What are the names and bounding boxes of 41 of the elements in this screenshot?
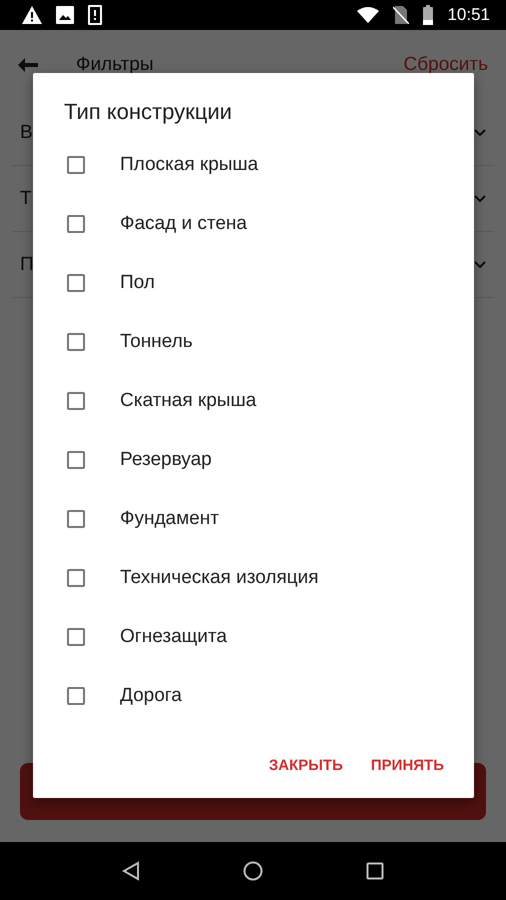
checkbox[interactable] [67, 568, 85, 586]
screen-title: Фильтры [76, 54, 154, 76]
no-sim-icon [393, 6, 410, 24]
checkbox[interactable] [67, 450, 85, 468]
option-label: Скатная крыша [120, 390, 256, 412]
back-arrow-icon[interactable] [18, 58, 38, 72]
option-label: Плоская крыша [120, 154, 258, 176]
chevron-down-icon [474, 260, 486, 268]
checkbox[interactable] [67, 274, 85, 292]
filter-label: П [20, 254, 34, 276]
battery-icon [423, 5, 434, 25]
checkbox[interactable] [67, 628, 85, 646]
chevron-down-icon [474, 194, 486, 202]
back-icon[interactable] [122, 861, 140, 881]
checkbox[interactable] [67, 332, 85, 350]
option-label: Фундамент [120, 508, 219, 530]
option-label: Резервуар [120, 448, 212, 470]
checkbox[interactable] [67, 214, 85, 232]
wifi-icon [357, 7, 380, 23]
option-label: Дорога [120, 684, 182, 706]
recents-icon[interactable] [366, 862, 384, 880]
filter-label: Т [20, 188, 32, 210]
checkbox[interactable] [67, 510, 85, 528]
filter-label: В [20, 122, 33, 144]
checkbox[interactable] [67, 392, 85, 410]
option-label: Техническая изоляция [120, 566, 319, 588]
dialog-title: Тип конструкции [64, 98, 233, 126]
warning-icon [22, 6, 42, 24]
clock-time: 10:51 [447, 5, 490, 25]
phone-alert-icon [88, 5, 102, 25]
option-label: Огнезащита [120, 626, 227, 648]
option-label: Тоннель [120, 330, 193, 352]
dialog-button[interactable]: ПРИНЯТЬ [362, 749, 452, 782]
checkbox[interactable] [67, 156, 85, 174]
option-label: Пол [120, 272, 155, 294]
chevron-down-icon [474, 128, 486, 136]
home-icon[interactable] [242, 861, 263, 881]
checkbox[interactable] [67, 686, 85, 704]
image-icon [56, 6, 74, 24]
option-label: Фасад и стена [120, 212, 247, 234]
dialog-button[interactable]: ЗАКРЫТЬ [260, 749, 351, 782]
